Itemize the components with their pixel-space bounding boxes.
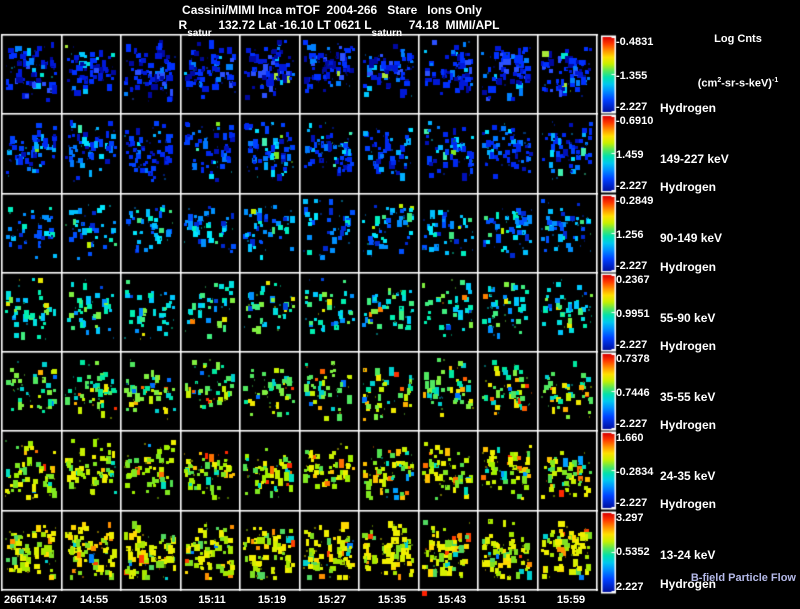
colorbar-tick-bottom: -2.227 <box>616 497 648 509</box>
colorbar-tick-mid: -1.355 <box>616 70 648 82</box>
l-value-credit: 74.18 MIMI/APL <box>402 18 500 32</box>
colorbar-tick-bottom: -2.227 <box>616 339 648 351</box>
colorbar-tick-bottom: -2.227 <box>616 180 648 192</box>
page-title: Cassini/MIMI Inca mTOF 2004-266 Stare Io… <box>182 3 482 17</box>
colorbar-tick-mid: 0.5352 <box>616 546 650 558</box>
r-label: R <box>178 18 188 32</box>
time-tick-label: 15:59 <box>556 594 586 606</box>
colorbar-tick-top: 1.660 <box>616 432 644 444</box>
l-label: L <box>364 18 372 32</box>
legend-title: Log Cnts <box>714 33 762 45</box>
colorbar-tick-mid: -0.2834 <box>616 466 654 478</box>
time-tick-label: 15:27 <box>317 594 347 606</box>
species-label: Hydrogen <box>660 497 717 511</box>
time-tick-label: 15:43 <box>437 594 467 606</box>
ephemeris-readout: Rsatur 132.72 Lat -16.10 LT 0621 Lsaturn… <box>14 18 664 39</box>
colorbar-tick-bottom: -2.227 <box>616 260 648 272</box>
colorbar-tick-top: -0.6910 <box>616 115 654 127</box>
species-label: Hydrogen <box>660 180 717 194</box>
time-tick-label: 15:19 <box>257 594 287 606</box>
species-label: Hydrogen <box>660 339 717 353</box>
l-subscript: saturn <box>371 28 403 39</box>
time-tick-label: 15:51 <box>497 594 527 606</box>
species-label: Hydrogen <box>660 101 717 115</box>
time-tick-label: 15:03 <box>138 594 168 606</box>
time-tick-label: 14:55 <box>79 594 109 606</box>
colorbar-tick-top: -0.4831 <box>616 36 654 48</box>
colorbar-tick-mid: 1.459 <box>616 149 644 161</box>
colorbar-tick-mid: 1.256 <box>616 229 644 241</box>
ephemeris-values: 132.72 Lat -16.10 LT 0621 <box>211 18 365 32</box>
r-subscript: satur <box>187 28 212 39</box>
bfield-flow-label: B-field Particle Flow <box>690 572 796 584</box>
colorbar-tick-bottom: -2.227 <box>616 101 648 113</box>
colorbar-tick-bottom: -2.227 <box>616 418 648 430</box>
colorbar-tick-top: 3.297 <box>616 512 644 524</box>
colorbar-tick-top: 0.2367 <box>616 274 650 286</box>
time-tick-label: 15:11 <box>198 594 226 606</box>
species-label: Hydrogen <box>660 260 717 274</box>
time-tick-label: 15:35 <box>377 594 407 606</box>
colorbar-tick-top: -0.2849 <box>616 195 654 207</box>
colorbar-tick-top: 0.7378 <box>616 353 650 365</box>
mimi-inca-display: Cassini/MIMI Inca mTOF 2004-266 Stare Io… <box>0 0 800 609</box>
colorbar-tick-mid: 0.9951 <box>616 308 650 320</box>
species-label: Hydrogen <box>660 418 717 432</box>
colorbar-tick-mid: 0.7446 <box>616 387 650 399</box>
colorbar-tick-bottom: 2.227 <box>616 581 644 593</box>
